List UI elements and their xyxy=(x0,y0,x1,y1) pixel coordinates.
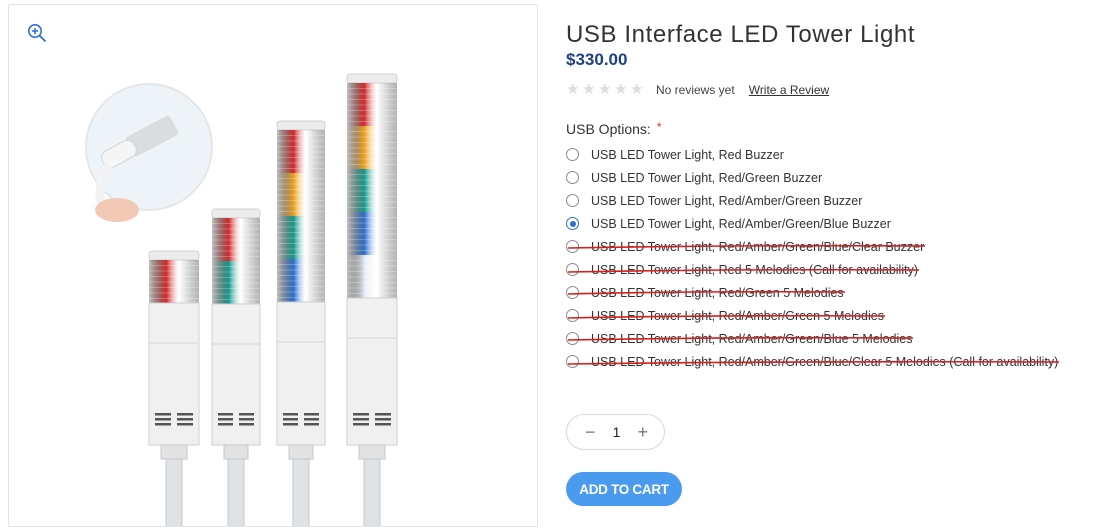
write-review-link[interactable]: Write a Review xyxy=(749,83,829,97)
usb-option[interactable]: USB LED Tower Light, Red/Amber/Green 5 M… xyxy=(566,304,1086,327)
tower-cap xyxy=(148,250,200,261)
radio-button[interactable] xyxy=(566,171,579,184)
mounting-pole xyxy=(292,458,310,526)
usb-option-label: USB LED Tower Light, Red/Amber/Green/Blu… xyxy=(591,354,1059,369)
usb-option-label: USB LED Tower Light, Red/Green Buzzer xyxy=(591,170,823,185)
usb-option[interactable]: USB LED Tower Light, Red/Amber/Green/Blu… xyxy=(566,350,1086,373)
required-indicator: * xyxy=(656,120,662,134)
usb-option-label: USB LED Tower Light, Red 5 Melodies (Cal… xyxy=(591,262,918,277)
mounting-pole xyxy=(227,458,245,526)
vent-slot xyxy=(375,413,391,416)
vent-slot xyxy=(155,418,171,421)
usb-option[interactable]: USB LED Tower Light, Red/Amber/Green/Blu… xyxy=(566,212,1086,235)
radio-button[interactable] xyxy=(566,194,579,207)
radio-button[interactable] xyxy=(566,263,579,276)
vent-slot xyxy=(353,413,369,416)
usb-option[interactable]: USB LED Tower Light, Red 5 Melodies (Cal… xyxy=(566,258,1086,281)
radio-button[interactable] xyxy=(566,148,579,161)
vent-slot xyxy=(177,413,193,416)
vent-slot xyxy=(155,423,171,426)
vent-slot xyxy=(283,413,298,416)
star-icon: ★ xyxy=(582,81,596,98)
usb-option[interactable]: USB LED Tower Light, Red/Green 5 Melodie… xyxy=(566,281,1086,304)
hand xyxy=(95,198,139,222)
radio-button[interactable] xyxy=(566,309,579,322)
star-icon: ★ xyxy=(566,81,580,98)
usb-option-label: USB LED Tower Light, Red/Amber/Green 5 M… xyxy=(591,308,884,323)
radio-button[interactable] xyxy=(566,286,579,299)
vent-slot xyxy=(353,423,369,426)
quantity-stepper: − + xyxy=(566,414,665,450)
usb-option[interactable]: USB LED Tower Light, Red Buzzer xyxy=(566,143,1086,166)
usb-options-label: USB Options: * xyxy=(566,120,662,137)
tower-cap xyxy=(211,208,261,219)
usb-option-label: USB LED Tower Light, Red/Amber/Green/Blu… xyxy=(591,216,891,231)
product-title: USB Interface LED Tower Light xyxy=(566,21,916,49)
vent-slot xyxy=(239,423,254,426)
vent-slot xyxy=(375,418,391,421)
vent-slot xyxy=(155,413,171,416)
vent-slot xyxy=(375,423,391,426)
vent-slot xyxy=(218,418,233,421)
vent-slot xyxy=(304,418,319,421)
usb-option[interactable]: USB LED Tower Light, Red/Amber/Green/Blu… xyxy=(566,235,1086,258)
vent-slot xyxy=(304,423,319,426)
vent-slot xyxy=(218,413,233,416)
vent-slot xyxy=(239,413,254,416)
tower-collar xyxy=(358,444,386,460)
product-image xyxy=(85,73,398,526)
quantity-input[interactable] xyxy=(602,423,631,441)
vent-slot xyxy=(177,423,193,426)
vent-slot xyxy=(283,423,298,426)
star-icon: ★ xyxy=(598,81,612,98)
product-price: $330.00 xyxy=(566,50,628,69)
vent-slot xyxy=(218,423,233,426)
product-image-panel xyxy=(8,4,538,527)
usb-option-label: USB LED Tower Light, Red Buzzer xyxy=(591,147,784,162)
usb-option-label: USB LED Tower Light, Red/Green 5 Melodie… xyxy=(591,285,844,300)
star-icon: ★ xyxy=(614,81,628,98)
star-rating: ★ ★ ★ ★ ★ xyxy=(566,82,645,97)
no-reviews-text: No reviews yet xyxy=(656,82,735,97)
tower-collar xyxy=(160,444,188,460)
rating-row: ★ ★ ★ ★ ★ No reviews yet Write a Review xyxy=(566,82,829,97)
tower-collar xyxy=(288,444,314,460)
vent-slot xyxy=(283,418,298,421)
tower-body xyxy=(346,297,398,446)
mounting-pole xyxy=(165,458,183,526)
radio-button[interactable] xyxy=(566,217,579,230)
vent-slot xyxy=(239,418,254,421)
quantity-decrement-button[interactable]: − xyxy=(585,423,596,441)
mounting-pole xyxy=(363,458,381,526)
quantity-increment-button[interactable]: + xyxy=(637,423,648,441)
vent-slot xyxy=(177,418,193,421)
usb-options-label-text: USB Options: xyxy=(566,121,651,137)
tower-collar xyxy=(223,444,249,460)
vent-slot xyxy=(304,413,319,416)
star-icon: ★ xyxy=(630,81,644,98)
radio-button[interactable] xyxy=(566,355,579,368)
radio-button[interactable] xyxy=(566,240,579,253)
usb-option-label: USB LED Tower Light, Red/Amber/Green/Blu… xyxy=(591,331,913,346)
usb-options-group: USB LED Tower Light, Red Buzzer USB LED T… xyxy=(566,143,1086,373)
tower-cap xyxy=(276,120,326,131)
usb-option-label: USB LED Tower Light, Red/Amber/Green Buz… xyxy=(591,193,863,208)
vent-slot xyxy=(353,418,369,421)
tower-cap xyxy=(346,73,398,84)
usb-option-label: USB LED Tower Light, Red/Amber/Green/Blu… xyxy=(591,239,925,254)
usb-option[interactable]: USB LED Tower Light, Red/Amber/Green/Blu… xyxy=(566,327,1086,350)
radio-button[interactable] xyxy=(566,332,579,345)
usb-option[interactable]: USB LED Tower Light, Red/Green Buzzer xyxy=(566,166,1086,189)
usb-option[interactable]: USB LED Tower Light, Red/Amber/Green Buz… xyxy=(566,189,1086,212)
add-to-cart-button[interactable]: ADD TO CART xyxy=(566,472,682,506)
